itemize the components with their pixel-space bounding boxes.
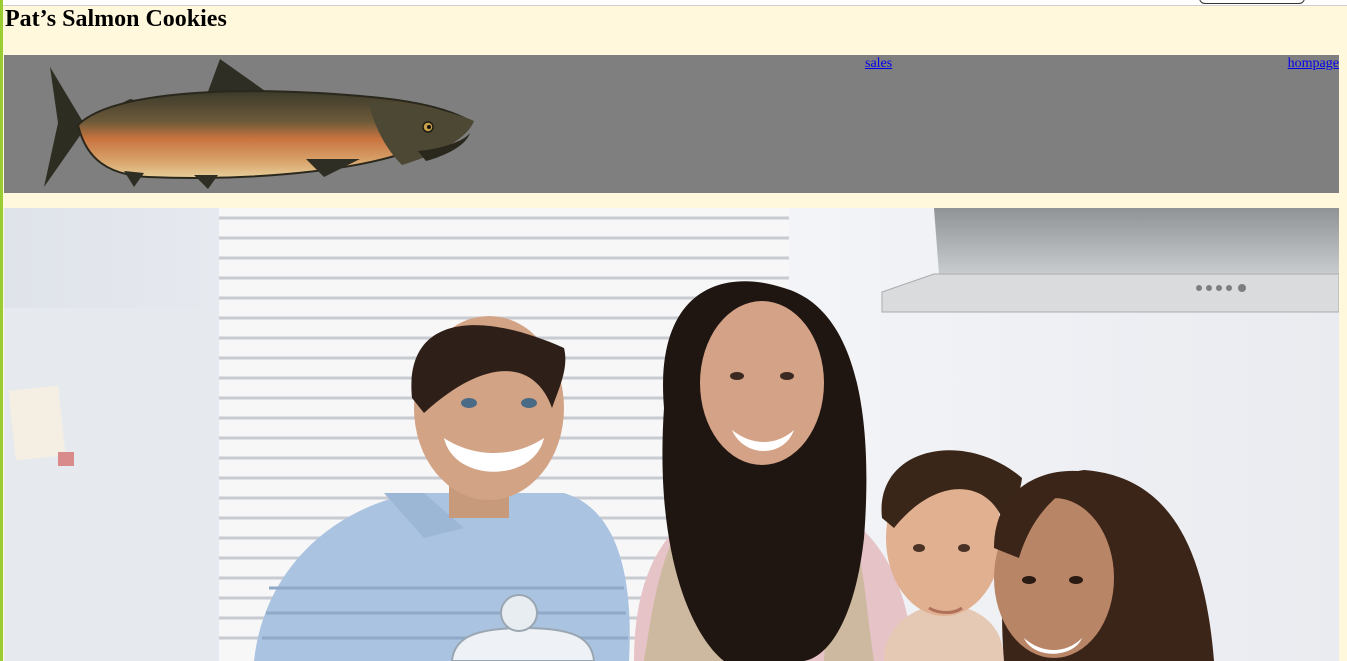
page: Pat’s Salmon Cookies sales hompage <box>0 0 1347 661</box>
salmon-icon <box>44 59 474 189</box>
hero-image <box>4 208 1339 661</box>
header-banner: sales hompage <box>4 55 1339 193</box>
family-photo-icon <box>4 208 1339 661</box>
nav-link-sales[interactable]: sales <box>865 56 892 72</box>
nav-link-homepage[interactable]: hompage <box>1288 56 1339 72</box>
site-title: Pat’s Salmon Cookies <box>5 6 227 32</box>
toolbar-pill <box>1199 0 1305 4</box>
